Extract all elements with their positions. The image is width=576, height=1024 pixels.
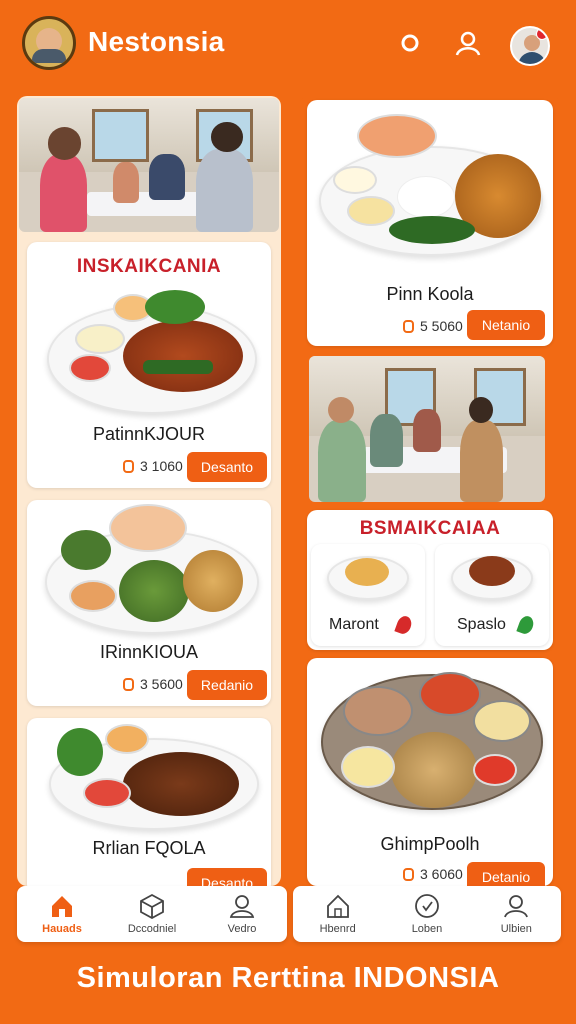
tempeh <box>345 558 389 586</box>
dish-card[interactable]: INSKAIKCANIA PatinnKJOUR 3 1060 Desanto <box>27 242 271 488</box>
greens <box>145 290 205 324</box>
price: 3 6060 <box>403 866 463 882</box>
potatoes <box>183 550 243 612</box>
person-icon <box>229 895 255 918</box>
nav-label: Loben <box>411 923 443 935</box>
promo-item-name: Maront <box>329 616 379 633</box>
red-indicator-icon <box>394 614 414 636</box>
logo-badge[interactable] <box>22 16 76 70</box>
user-icon[interactable] <box>455 30 481 56</box>
price: 3 5600 <box>123 676 183 692</box>
green-indicator-icon <box>516 614 536 636</box>
left-column: INSKAIKCANIA PatinnKJOUR 3 1060 Desanto … <box>17 96 281 886</box>
order-button[interactable]: Desanto <box>187 868 267 886</box>
leaf-rice <box>119 560 189 622</box>
side-bowl <box>333 166 377 194</box>
promo-item[interactable]: Spaslo <box>435 544 549 646</box>
nav-label: Vedro <box>227 923 257 935</box>
promo-item-name: Spaslo <box>457 616 506 633</box>
order-button[interactable]: Netanio <box>467 310 545 340</box>
nav-label: Dccodniel <box>127 923 177 935</box>
sauce-bowl <box>105 724 149 754</box>
dish-name: Rrlian FQOLA <box>92 838 206 858</box>
app-title: Nestonsia <box>88 26 225 57</box>
promo-heading: BSMAIKCAIAA <box>359 518 501 539</box>
order-button[interactable]: Redanio <box>187 670 267 700</box>
side-bowl <box>75 324 125 354</box>
nav-label: Hauads <box>42 923 82 935</box>
side-bowl <box>347 196 395 226</box>
soup-bowl <box>109 504 187 552</box>
avatar-body <box>518 52 546 64</box>
dish-name: PatinnKJOUR <box>92 424 206 444</box>
dish-card[interactable]: Rrlian FQOLA Desanto <box>27 718 271 886</box>
bottom-nav-left: Hauads Dccodniel Vedro <box>17 886 287 942</box>
braised-meat <box>123 752 239 816</box>
footer-caption: Simuloran Rerttina INDONSIA <box>76 962 500 994</box>
side-bowl <box>343 686 413 736</box>
dish-card[interactable]: IRinnKIOUA 3 5600 Redanio <box>27 500 271 706</box>
search-icon[interactable] <box>398 30 424 56</box>
rice <box>397 176 455 218</box>
card-heading: INSKAIKCANIA <box>76 256 222 277</box>
restaurant-photo <box>19 98 279 232</box>
dish-name: IRinnKIOUA <box>99 642 199 662</box>
order-button[interactable]: Desanto <box>187 452 267 482</box>
box-icon <box>140 893 164 919</box>
nav-person[interactable]: Vedro <box>202 893 282 935</box>
promo-card: BSMAIKCAIAA Maront Spaslo <box>307 510 553 650</box>
order-button[interactable]: Detanio <box>467 862 545 886</box>
sauce-bowl <box>69 580 117 612</box>
nav-profile[interactable]: Ulbien <box>476 893 556 935</box>
nav-box[interactable]: Dccodniel <box>112 893 192 935</box>
right-column: Pinn Koola 5 5060 Netanio BSMAIKCAIAA Ma… <box>299 96 561 886</box>
coin-icon <box>403 319 414 333</box>
price: 5 5060 <box>403 318 463 334</box>
restaurant-photo <box>309 356 545 502</box>
coin-icon <box>403 867 414 881</box>
dish-name: Pinn Koola <box>386 284 474 304</box>
side-bowl <box>341 746 395 788</box>
greens <box>61 530 111 570</box>
logo-body <box>32 49 66 63</box>
grilled-meat <box>469 556 515 586</box>
home-icon <box>52 896 72 917</box>
dish-card[interactable]: Pinn Koola 5 5060 Netanio <box>307 100 553 346</box>
soup-bowl <box>357 114 437 158</box>
coin-icon <box>123 459 134 473</box>
dish-card[interactable]: GhimpPoolh 3 6060 Detanio <box>307 658 553 886</box>
soup-bowl <box>473 700 531 742</box>
grilled-meat <box>123 320 243 392</box>
chili-bowl <box>83 778 131 808</box>
price: 3 1060 <box>123 458 183 474</box>
coin-icon <box>123 677 134 691</box>
promo-item[interactable]: Maront <box>311 544 425 646</box>
nav-label: Hbenrd <box>319 923 356 935</box>
app-header: Nestonsia <box>0 0 576 92</box>
house-icon <box>326 894 349 918</box>
dish-name: GhimpPoolh <box>380 834 480 854</box>
soup-bowl <box>419 672 481 716</box>
coin-icon <box>415 894 439 918</box>
avatar[interactable] <box>510 26 550 66</box>
noodles <box>391 732 477 808</box>
nav-home[interactable]: Hauads <box>22 893 102 935</box>
greens <box>57 728 103 776</box>
beans <box>143 360 213 374</box>
green-beans <box>389 216 475 244</box>
bottom-nav-right: Hbenrd Loben Ulbien <box>293 886 561 942</box>
nav-house[interactable]: Hbenrd <box>298 893 378 935</box>
chili-bowl <box>69 354 111 382</box>
nav-coin[interactable]: Loben <box>387 893 467 935</box>
nav-label: Ulbien <box>500 923 532 935</box>
chili-bowl <box>473 754 517 786</box>
notification-badge <box>536 28 548 40</box>
profile-icon <box>504 895 529 918</box>
